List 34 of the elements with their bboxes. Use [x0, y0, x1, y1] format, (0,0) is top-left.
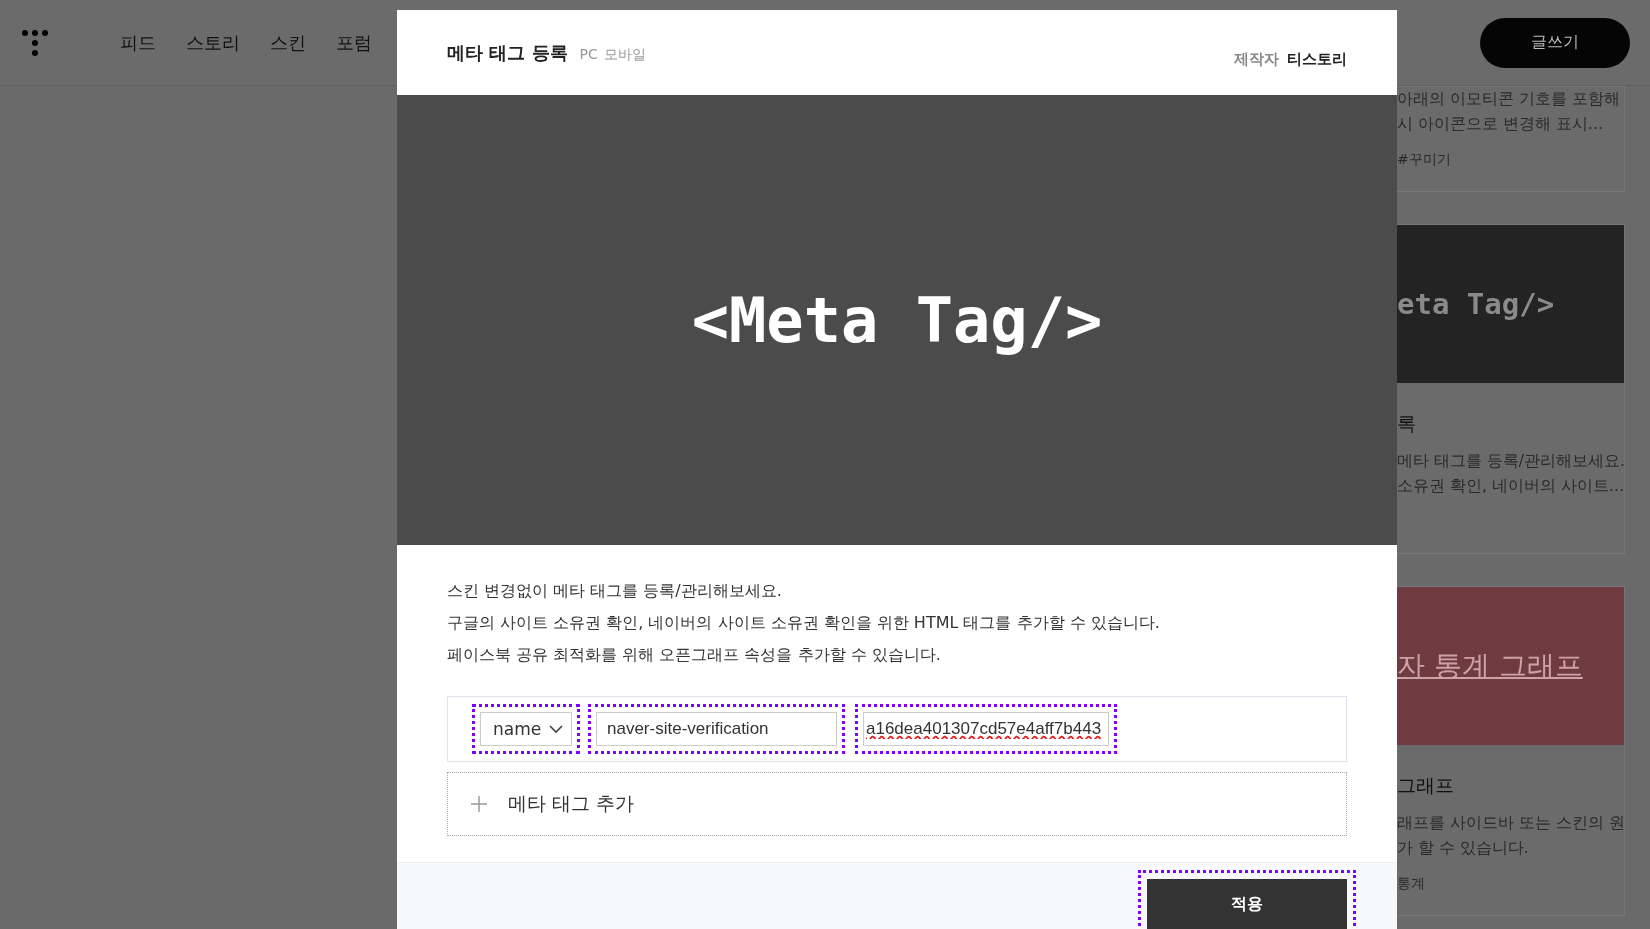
- card-description: 메타 태그를 등록/관리해보세요.: [1397, 451, 1624, 472]
- apply-button[interactable]: 적용: [1147, 879, 1347, 929]
- author-label: 제작자: [1234, 50, 1279, 69]
- thumbnail-text: eta Tag/>: [1397, 287, 1555, 321]
- nav-link[interactable]: 포럼: [336, 30, 372, 55]
- card-description: 아래의 이모티콘 기호를 포함해: [1397, 89, 1621, 110]
- platform-label: 모바일: [603, 45, 646, 64]
- nav-link[interactable]: 스킨: [270, 30, 306, 55]
- story-card[interactable]: 아래의 이모티콘 기호를 포함해 시 아이콘으로 변경해 표시… #꾸미기: [1397, 86, 1625, 192]
- author-name: 티스토리: [1287, 50, 1347, 69]
- write-button[interactable]: 글쓰기: [1480, 17, 1630, 68]
- description-text: 구글의 사이트 소유권 확인, 네이버의 사이트 소유권 확인을 위한 HTML 태그를 추가할 수 있습니다.: [447, 612, 1161, 634]
- plus-icon: [470, 795, 488, 813]
- card-description: 가 할 수 있습니다.: [1397, 838, 1530, 859]
- card-description: 래프를 사이드바 또는 스킨의 원: [1397, 813, 1624, 834]
- logo-icon[interactable]: [20, 27, 50, 58]
- card-tag[interactable]: #꾸미기: [1397, 151, 1624, 169]
- story-card[interactable]: 자 통계 그래프 그래프 래프를 사이드바 또는 스킨의 원 가 할 수 있습니다. 통계: [1397, 586, 1625, 916]
- card-description: 시 아이콘으로 변경해 표시…: [1397, 114, 1605, 135]
- card-title: 록: [1397, 411, 1417, 436]
- preview-text: <Meta Tag/>: [691, 283, 1103, 357]
- card-description: 소유권 확인, 네이버의 사이트…: [1397, 476, 1624, 497]
- card-tag[interactable]: 통계: [1397, 875, 1624, 893]
- card-title: 그래프: [1397, 773, 1455, 798]
- thumbnail-text: 자 통계 그래프: [1397, 648, 1583, 684]
- nav-link[interactable]: 스토리: [186, 30, 240, 55]
- dialog-title: 메타 태그 등록: [447, 40, 568, 65]
- add-meta-tag-button[interactable]: 메타 태그 추가: [447, 772, 1347, 836]
- chevron-down-icon: [549, 724, 563, 734]
- story-card[interactable]: eta Tag/> 록 메타 태그를 등록/관리해보세요. 소유권 확인, 네이버의 사이트…: [1397, 224, 1625, 554]
- description-text: 페이스북 공유 최적화를 위해 오픈그래프 속성을 추가할 수 있습니다.: [447, 644, 942, 666]
- description-text: 스킨 변경없이 메타 태그를 등록/관리해보세요.: [447, 580, 783, 602]
- nav-link[interactable]: 피드: [120, 30, 156, 55]
- platform-label: PC: [579, 45, 598, 62]
